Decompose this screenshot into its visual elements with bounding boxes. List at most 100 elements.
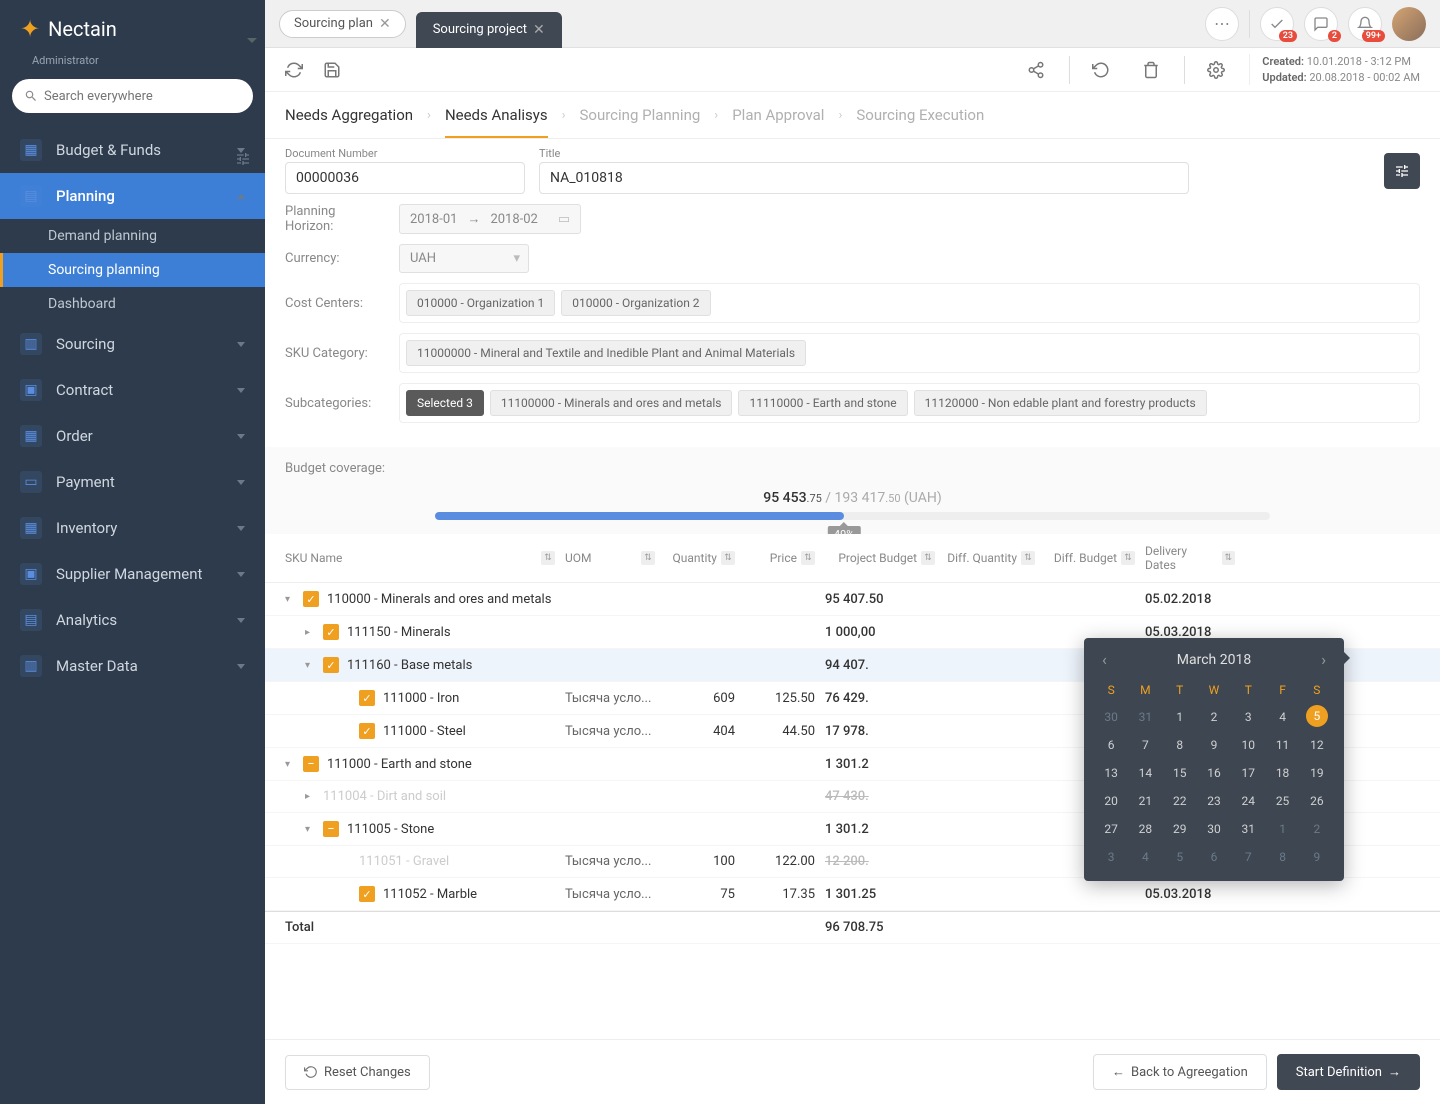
delete-button[interactable] (1142, 60, 1162, 80)
settings-button[interactable] (1207, 60, 1227, 80)
nav-budget-funds[interactable]: ▦ Budget & Funds (0, 127, 265, 173)
nav-master-data[interactable]: ▥ Master Data (0, 643, 265, 689)
sort-icon[interactable]: ⇅ (1021, 551, 1035, 565)
cell-date[interactable]: 05.02.2018 (1145, 592, 1245, 607)
col-sku[interactable]: SKU Name⇅ (285, 544, 565, 572)
back-button[interactable]: ← Back to Agreegation (1093, 1054, 1267, 1090)
calendar-day[interactable]: 30 (1096, 705, 1126, 729)
sub-chip[interactable]: 11120000 - Non edable plant and forestry… (914, 390, 1207, 416)
calendar-day[interactable]: 1 (1267, 817, 1297, 841)
calendar-day[interactable]: 31 (1233, 817, 1263, 841)
sub-chip[interactable]: 11110000 - Earth and stone (738, 390, 907, 416)
doc-number-input[interactable] (285, 162, 525, 194)
sort-icon[interactable]: ⇅ (1121, 551, 1135, 565)
calendar-day[interactable]: 18 (1267, 761, 1297, 785)
close-icon[interactable]: ✕ (379, 16, 391, 32)
horizon-range[interactable]: 2018-01 → 2018-02 ▭ (399, 204, 581, 234)
subcategories[interactable]: Selected 3 11100000 - Minerals and ores … (399, 383, 1420, 423)
tree-toggle[interactable]: ▾ (285, 759, 299, 770)
refresh-button[interactable] (285, 60, 305, 80)
calendar-day[interactable]: 2 (1199, 705, 1229, 729)
cost-centers[interactable]: 010000 - Organization 1 010000 - Organiz… (399, 283, 1420, 323)
notifications-button[interactable]: 99+ (1348, 7, 1382, 41)
next-month-button[interactable]: › (1315, 650, 1332, 669)
sort-icon[interactable]: ⇅ (541, 551, 555, 565)
calendar-day[interactable]: 19 (1302, 761, 1332, 785)
tree-toggle[interactable]: ▾ (285, 594, 299, 605)
more-button[interactable]: ⋯ (1205, 7, 1239, 41)
calendar-day[interactable]: 5 (1306, 705, 1328, 727)
save-button[interactable] (323, 60, 343, 80)
calendar-day[interactable]: 28 (1130, 817, 1160, 841)
calendar-day[interactable]: 8 (1165, 733, 1195, 757)
title-input[interactable] (539, 162, 1189, 194)
calendar-day[interactable]: 9 (1302, 845, 1332, 869)
step-needs-analysis[interactable]: Needs Analisys (445, 106, 548, 138)
nav-payment[interactable]: ▭ Payment (0, 459, 265, 505)
calendar-day[interactable]: 14 (1130, 761, 1160, 785)
tree-toggle[interactable]: ▸ (305, 627, 319, 638)
calendar-day[interactable]: 10 (1233, 733, 1263, 757)
share-button[interactable] (1027, 60, 1047, 80)
subnav-demand-planning[interactable]: Demand planning (48, 219, 265, 253)
calendar-day[interactable]: 26 (1302, 789, 1332, 813)
calendar-day[interactable]: 24 (1233, 789, 1263, 813)
step-plan-approval[interactable]: Plan Approval (732, 106, 824, 124)
category-chip[interactable]: 11000000 - Mineral and Textile and Inedi… (406, 340, 806, 366)
step-sourcing-execution[interactable]: Sourcing Execution (856, 106, 984, 124)
form-settings-button[interactable] (1384, 153, 1420, 189)
approvals-button[interactable]: 23 (1260, 7, 1294, 41)
start-definition-button[interactable]: Start Definition → (1277, 1054, 1420, 1090)
currency-select[interactable]: UAH ▾ (399, 244, 529, 273)
nav-supplier-mgmt[interactable]: ▣ Supplier Management (0, 551, 265, 597)
calendar-day[interactable]: 23 (1199, 789, 1229, 813)
calendar-day[interactable]: 1 (1165, 705, 1195, 729)
cell-date[interactable]: 05.03.2018 (1145, 887, 1245, 902)
cc-chip[interactable]: 010000 - Organization 1 (406, 290, 555, 316)
calendar-day[interactable]: 4 (1267, 705, 1297, 729)
sort-icon[interactable]: ⇅ (641, 551, 655, 565)
tab-sourcing-plan[interactable]: Sourcing plan ✕ (279, 10, 406, 38)
col-budget[interactable]: Project Budget⇅ (825, 544, 945, 572)
subnav-sourcing-planning[interactable]: Sourcing planning (0, 253, 265, 287)
prev-month-button[interactable]: ‹ (1096, 650, 1113, 669)
sub-chip[interactable]: 11100000 - Minerals and ores and metals (490, 390, 733, 416)
calendar-day[interactable]: 8 (1267, 845, 1297, 869)
calendar-day[interactable]: 17 (1233, 761, 1263, 785)
table-row[interactable]: ▾✓110000 - Minerals and ores and metals9… (265, 583, 1440, 616)
sub-selected-chip[interactable]: Selected 3 (406, 390, 484, 416)
calendar-day[interactable]: 13 (1096, 761, 1126, 785)
calendar-day[interactable]: 7 (1233, 845, 1263, 869)
sort-icon[interactable]: ⇅ (1222, 551, 1235, 565)
subnav-dashboard[interactable]: Dashboard (48, 287, 265, 321)
row-checkbox[interactable]: − (303, 756, 319, 772)
tab-sourcing-project[interactable]: Sourcing project ✕ (416, 12, 562, 48)
col-quantity[interactable]: Quantity⇅ (665, 544, 745, 572)
col-price[interactable]: Price⇅ (745, 544, 825, 572)
search-input[interactable] (44, 89, 241, 104)
calendar-day[interactable]: 15 (1165, 761, 1195, 785)
category[interactable]: 11000000 - Mineral and Textile and Inedi… (399, 333, 1420, 373)
sort-icon[interactable]: ⇅ (721, 551, 735, 565)
calendar-day[interactable]: 29 (1165, 817, 1195, 841)
sort-icon[interactable]: ⇅ (801, 551, 815, 565)
calendar-day[interactable]: 27 (1096, 817, 1126, 841)
col-diff-qty[interactable]: Diff. Quantity⇅ (945, 544, 1045, 572)
user-avatar[interactable] (1392, 7, 1426, 41)
row-checkbox[interactable]: ✓ (359, 690, 375, 706)
calendar-day[interactable]: 20 (1096, 789, 1126, 813)
calendar-day[interactable]: 6 (1199, 845, 1229, 869)
step-sourcing-planning[interactable]: Sourcing Planning (580, 106, 701, 124)
calendar-day[interactable]: 6 (1096, 733, 1126, 757)
row-checkbox[interactable]: ✓ (323, 657, 339, 673)
nav-order[interactable]: ▦ Order (0, 413, 265, 459)
calendar-day[interactable]: 12 (1302, 733, 1332, 757)
calendar-day[interactable]: 31 (1130, 705, 1160, 729)
calendar-day[interactable]: 7 (1130, 733, 1160, 757)
calendar-day[interactable]: 3 (1096, 845, 1126, 869)
nav-inventory[interactable]: ▦ Inventory (0, 505, 265, 551)
row-checkbox[interactable]: ✓ (323, 624, 339, 640)
tree-toggle[interactable]: ▾ (305, 824, 319, 835)
col-diff-budget[interactable]: Diff. Budget⇅ (1045, 544, 1145, 572)
row-checkbox[interactable]: − (323, 821, 339, 837)
